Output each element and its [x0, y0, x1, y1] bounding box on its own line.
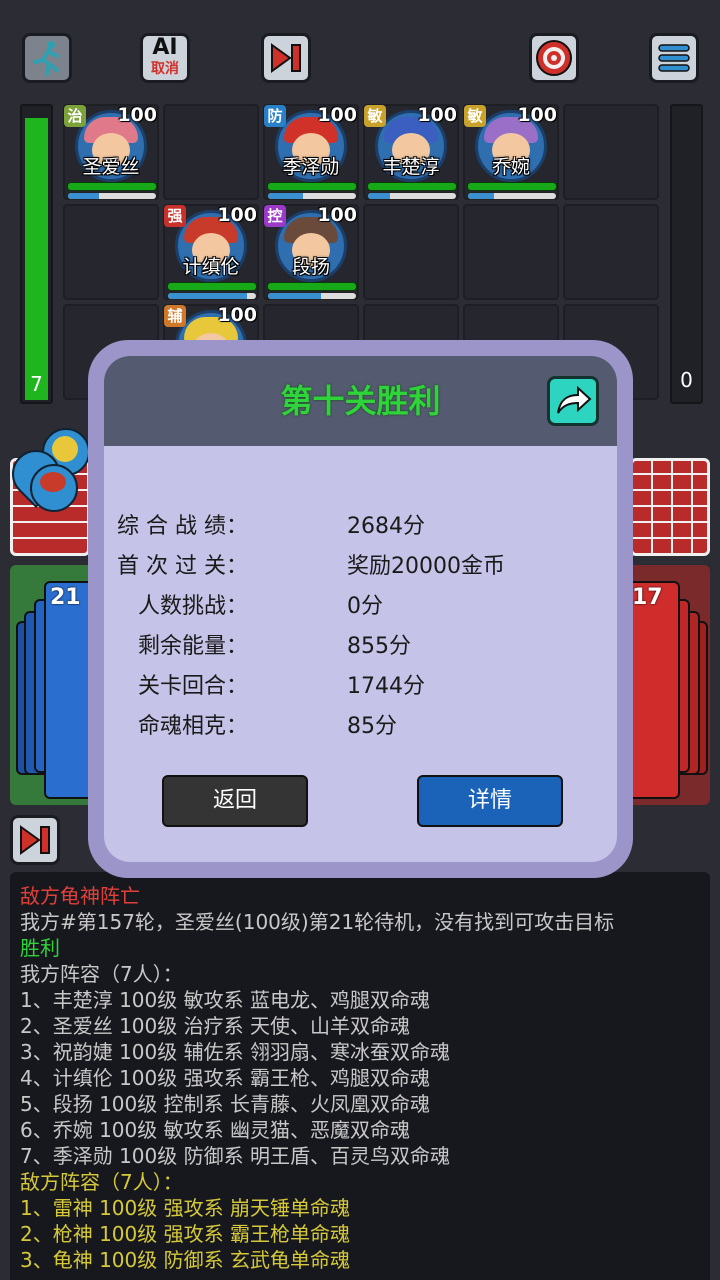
hero-hp-bar — [167, 282, 257, 291]
stat-label: 命魂相克： — [137, 714, 248, 739]
ai-label: AI — [152, 35, 178, 60]
hero-name: 圣爱丝 — [82, 156, 140, 178]
log-line: 我方#第157轮，圣爱丝(100级)第21轮待机，没有找到可攻击目标 — [20, 910, 615, 934]
hero-level: 100 — [117, 104, 157, 126]
log-line: 6、乔婉 100级 敏攻系 幽灵猫、恶魔双命魂 — [20, 1118, 410, 1142]
running-man-icon — [33, 41, 59, 76]
hero-level: 100 — [217, 204, 257, 226]
target-button[interactable] — [529, 33, 579, 83]
grid-cell[interactable] — [563, 104, 659, 200]
skip-forward-icon — [20, 825, 50, 855]
stat-value: 2684分 — [347, 514, 425, 539]
grid-cell[interactable] — [363, 204, 459, 300]
ai-cancel-label: 取消 — [151, 61, 179, 77]
dialog-header: 第十关胜利 — [104, 356, 617, 446]
stat-value: 855分 — [347, 634, 411, 659]
role-badge: 敏 — [364, 105, 386, 127]
menu-icon — [658, 44, 690, 72]
log-line: 我方阵容（7人）： — [20, 962, 183, 986]
stat-label: 关卡回合： — [137, 674, 248, 699]
hero-name: 计缜伦 — [182, 256, 240, 278]
enemy-deck-count: 17 — [632, 585, 663, 610]
hero-name: 段扬 — [291, 256, 330, 278]
left-energy-fill — [25, 118, 48, 400]
hero-energy-bar — [167, 292, 257, 300]
hero-card[interactable]: 敏 100 乔婉 — [463, 104, 559, 200]
role-badge: 防 — [264, 105, 286, 127]
hero-name: 季泽勋 — [282, 156, 340, 178]
log-line: 4、计缜伦 100级 强攻系 霸王枪、鸡腿双命魂 — [20, 1066, 430, 1090]
hero-level: 100 — [317, 104, 357, 126]
skip-forward-icon — [271, 43, 301, 73]
grid-cell[interactable] — [563, 204, 659, 300]
grid-cell[interactable] — [63, 204, 159, 300]
hero-card[interactable]: 敏 100 丰楚淳 — [363, 104, 459, 200]
share-button[interactable] — [547, 376, 599, 426]
stat-value: 85分 — [347, 714, 397, 739]
back-button[interactable]: 返回 — [162, 775, 308, 827]
hero-energy-bar — [267, 292, 357, 300]
hero-energy-bar — [267, 192, 357, 200]
left-energy-value: 7 — [30, 372, 43, 396]
log-line: 7、季泽勋 100级 防御系 明王盾、百灵鸟双命魂 — [20, 1144, 450, 1168]
role-badge: 治 — [64, 105, 86, 127]
hero-card[interactable]: 强 100 计缜伦 — [163, 204, 259, 300]
hero-level: 100 — [217, 304, 257, 326]
log-line: 胜利 — [20, 936, 60, 960]
hero-hp-bar — [67, 182, 157, 191]
battle-log[interactable]: 敌方龟神阵亡 我方#第157轮，圣爱丝(100级)第21轮待机，没有找到可攻击目标… — [10, 872, 710, 1280]
skip-button[interactable] — [261, 33, 311, 83]
log-line: 1、丰楚淳 100级 敏攻系 蓝电龙、鸡腿双命魂 — [20, 988, 430, 1012]
log-line: 2、枪神 100级 强攻系 霸王枪单命魂 — [20, 1222, 350, 1246]
ai-cancel-button[interactable]: AI 取消 — [140, 33, 190, 83]
hero-energy-bar — [367, 192, 457, 200]
stat-label: 人数挑战： — [137, 594, 248, 619]
dialog-title: 第十关胜利 — [280, 382, 441, 420]
role-badge: 控 — [264, 205, 286, 227]
stat-value: 1744分 — [347, 674, 425, 699]
left-energy-bar: 7 — [20, 104, 53, 404]
role-badge: 敏 — [464, 105, 486, 127]
log-line: 敌方龟神阵亡 — [20, 884, 140, 908]
hero-level: 100 — [517, 104, 557, 126]
hero-level: 100 — [317, 204, 357, 226]
log-line: 2、圣爱丝 100级 治疗系 天使、山羊双命魂 — [20, 1014, 410, 1038]
flee-button[interactable] — [22, 33, 72, 83]
hero-map-markers — [2, 428, 92, 518]
role-badge: 强 — [164, 205, 186, 227]
next-turn-button[interactable] — [10, 815, 60, 865]
right-energy-bar: 0 — [670, 104, 703, 404]
hero-card[interactable]: 治 100 圣爱丝 — [63, 104, 159, 200]
log-line: 3、龟神 100级 防御系 玄武龟单命魂 — [20, 1248, 350, 1272]
hero-energy-bar — [467, 192, 557, 200]
log-line: 敌方阵容（7人）： — [20, 1170, 183, 1194]
right-energy-value: 0 — [680, 368, 693, 392]
hero-name: 乔婉 — [491, 156, 530, 178]
grid-cell[interactable] — [163, 104, 259, 200]
menu-button[interactable] — [649, 33, 699, 83]
hero-card[interactable]: 控 100 段扬 — [263, 204, 359, 300]
hero-hp-bar — [267, 182, 357, 191]
details-button[interactable]: 详情 — [417, 775, 563, 827]
hero-hp-bar — [267, 282, 357, 291]
hero-card[interactable]: 防 100 季泽勋 — [263, 104, 359, 200]
hero-name: 丰楚淳 — [382, 156, 440, 178]
target-icon — [536, 40, 572, 76]
stat-value: 0分 — [347, 594, 383, 619]
hero-hp-bar — [467, 182, 557, 191]
log-line: 1、雷神 100级 强攻系 崩天锤单命魂 — [20, 1196, 350, 1220]
grid-cell[interactable] — [463, 204, 559, 300]
hero-level: 100 — [417, 104, 457, 126]
stat-label: 剩余能量： — [137, 634, 248, 659]
role-badge: 辅 — [164, 305, 186, 327]
log-line: 5、段扬 100级 控制系 长青藤、火凤凰双命魂 — [20, 1092, 430, 1116]
stat-label: 综 合 战 绩： — [117, 514, 248, 539]
hero-energy-bar — [67, 192, 157, 200]
stat-value: 奖励20000金币 — [347, 554, 505, 579]
log-line: 3、祝韵婕 100级 辅佐系 翎羽扇、寒冰蚕双命魂 — [20, 1040, 450, 1064]
share-arrow-icon — [557, 385, 592, 414]
stat-label: 首 次 过 关： — [117, 554, 248, 579]
player-deck-count: 21 — [50, 585, 81, 610]
hero-hp-bar — [367, 182, 457, 191]
